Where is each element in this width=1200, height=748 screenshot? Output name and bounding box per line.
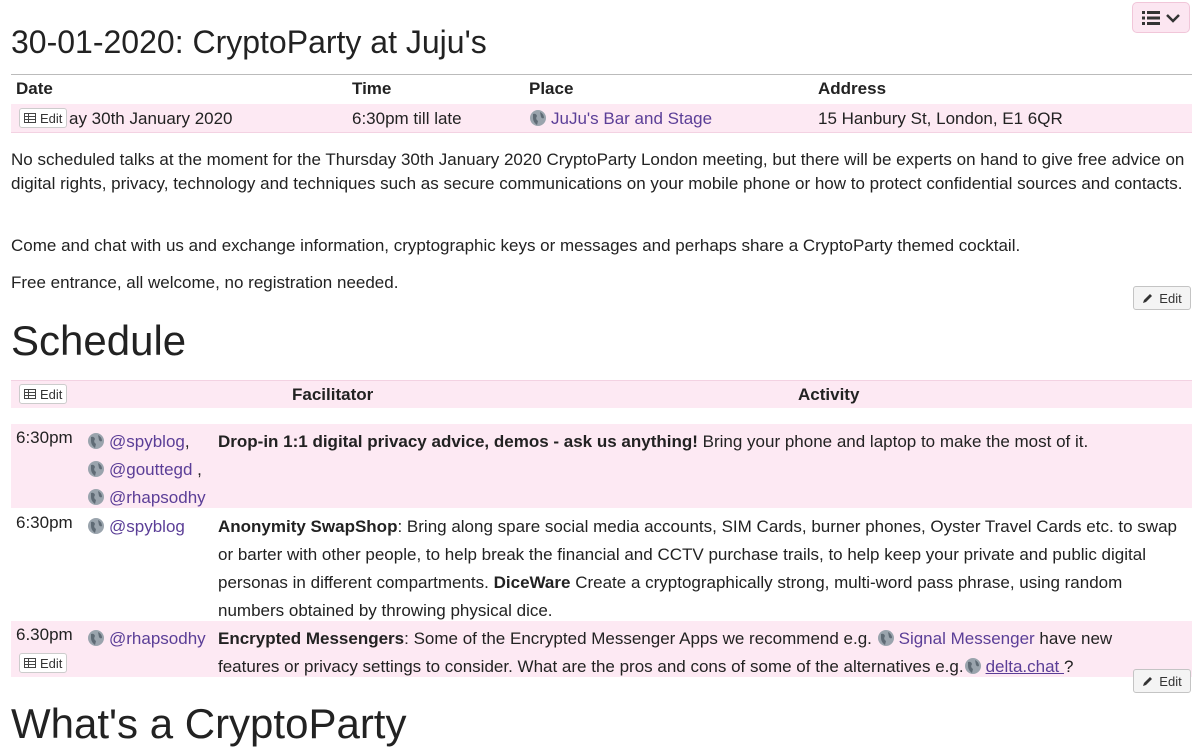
header-date: Date [16, 79, 53, 98]
description-paragraph: No scheduled talks at the moment for the… [11, 150, 1185, 193]
list-icon [1142, 10, 1160, 25]
event-address: 15 Hanbury St, London, E1 6QR [818, 109, 1063, 128]
globe-icon [530, 110, 546, 126]
edit-section-button[interactable]: Edit [1133, 286, 1191, 310]
table-row: 6:30pm @spyblog, @gouttegd , @rhapsodhy … [11, 424, 1192, 508]
table-icon [24, 658, 36, 668]
schedule-heading: Schedule [11, 317, 187, 364]
chevron-down-icon [1166, 13, 1180, 23]
facilitator-link[interactable]: @spyblog [109, 517, 185, 536]
section-heading: What's a CryptoParty [11, 700, 407, 747]
edit-label: Edit [1159, 290, 1182, 306]
toc-toggle-button[interactable] [1132, 2, 1190, 33]
pencil-icon [1143, 677, 1153, 686]
header-activity: Activity [798, 385, 860, 404]
schedule-facilitators: @spyblog, @gouttegd , @rhapsodhy [87, 428, 206, 512]
schedule-facilitators: @rhapsodhy [87, 625, 206, 653]
edit-event-table-button[interactable]: Edit [19, 108, 68, 128]
separator: , [192, 460, 202, 479]
facilitator-link[interactable]: @rhapsodhy [109, 488, 206, 507]
separator: , [184, 432, 190, 451]
event-table-row: ay 30th January 2020 6:30pm till late Ju… [11, 104, 1192, 133]
globe-icon [88, 518, 104, 534]
activity-title: Encrypted Messengers [218, 629, 405, 648]
activity-title: Anonymity SwapShop [218, 517, 398, 536]
description-paragraph: Come and chat with us and exchange infor… [11, 236, 1021, 255]
globe-icon [88, 433, 104, 449]
event-table-header: Date Time Place Address [11, 77, 1192, 103]
table-icon [24, 389, 36, 399]
schedule-time: 6:30pm [16, 428, 73, 447]
header-facilitator: Facilitator [292, 385, 374, 404]
edit-label: Edit [40, 110, 63, 126]
edit-label: Edit [1159, 673, 1182, 689]
table-row: 6.30pm Edit @rhapsodhy Encrypted Messeng… [11, 621, 1192, 677]
title-divider [11, 74, 1192, 75]
place-link[interactable]: JuJu's Bar and Stage [551, 109, 712, 128]
event-date: ay 30th January 2020 [69, 109, 233, 128]
header-address: Address [818, 79, 887, 98]
edit-label: Edit [40, 386, 63, 402]
facilitator-link[interactable]: @gouttegd [109, 460, 192, 479]
description-paragraph: Free entrance, all welcome, no registrat… [11, 273, 399, 292]
schedule-facilitators: @spyblog [87, 513, 185, 541]
signal-messenger-link[interactable]: Signal Messenger [899, 629, 1035, 648]
edit-schedule-table-button[interactable]: Edit [19, 384, 68, 404]
header-time: Time [352, 79, 392, 98]
table-row: 6:30pm @spyblog Anonymity SwapShop: Brin… [11, 509, 1192, 621]
event-time: 6:30pm till late [352, 109, 462, 128]
pencil-icon [1143, 294, 1153, 303]
schedule-activity: Drop-in 1:1 digital privacy advice, demo… [218, 428, 1178, 456]
schedule-time: 6:30pm [16, 513, 73, 532]
activity-text: ? [1064, 657, 1074, 676]
globe-icon [877, 630, 894, 646]
activity-text: Bring your phone and laptop to make the … [697, 432, 1089, 451]
activity-title: Drop-in 1:1 digital privacy advice, demo… [218, 432, 698, 451]
globe-icon [88, 489, 104, 505]
edit-label: Edit [40, 655, 63, 671]
edit-row-button[interactable]: Edit [19, 653, 68, 673]
schedule-table-header: Edit Facilitator Activity [11, 380, 1192, 408]
header-place: Place [529, 79, 574, 98]
schedule-activity: Encrypted Messengers: Some of the Encryp… [218, 625, 1178, 681]
globe-icon [88, 461, 104, 477]
globe-icon [88, 630, 104, 646]
event-place: JuJu's Bar and Stage [529, 109, 712, 129]
activity-text: : Some of the Encrypted Messenger Apps w… [404, 629, 877, 648]
delta-chat-link[interactable]: delta.chat [986, 657, 1064, 676]
edit-section-button[interactable]: Edit [1133, 669, 1191, 693]
facilitator-link[interactable]: @spyblog [109, 432, 185, 451]
page-title: 30-01-2020: CryptoParty at Juju's [11, 24, 487, 60]
table-icon [24, 113, 36, 123]
activity-title: DiceWare [493, 573, 571, 592]
schedule-time: 6.30pm [16, 625, 73, 644]
globe-icon [964, 658, 981, 674]
schedule-activity: Anonymity SwapShop: Bring along spare so… [218, 513, 1178, 625]
facilitator-link[interactable]: @rhapsodhy [109, 629, 206, 648]
